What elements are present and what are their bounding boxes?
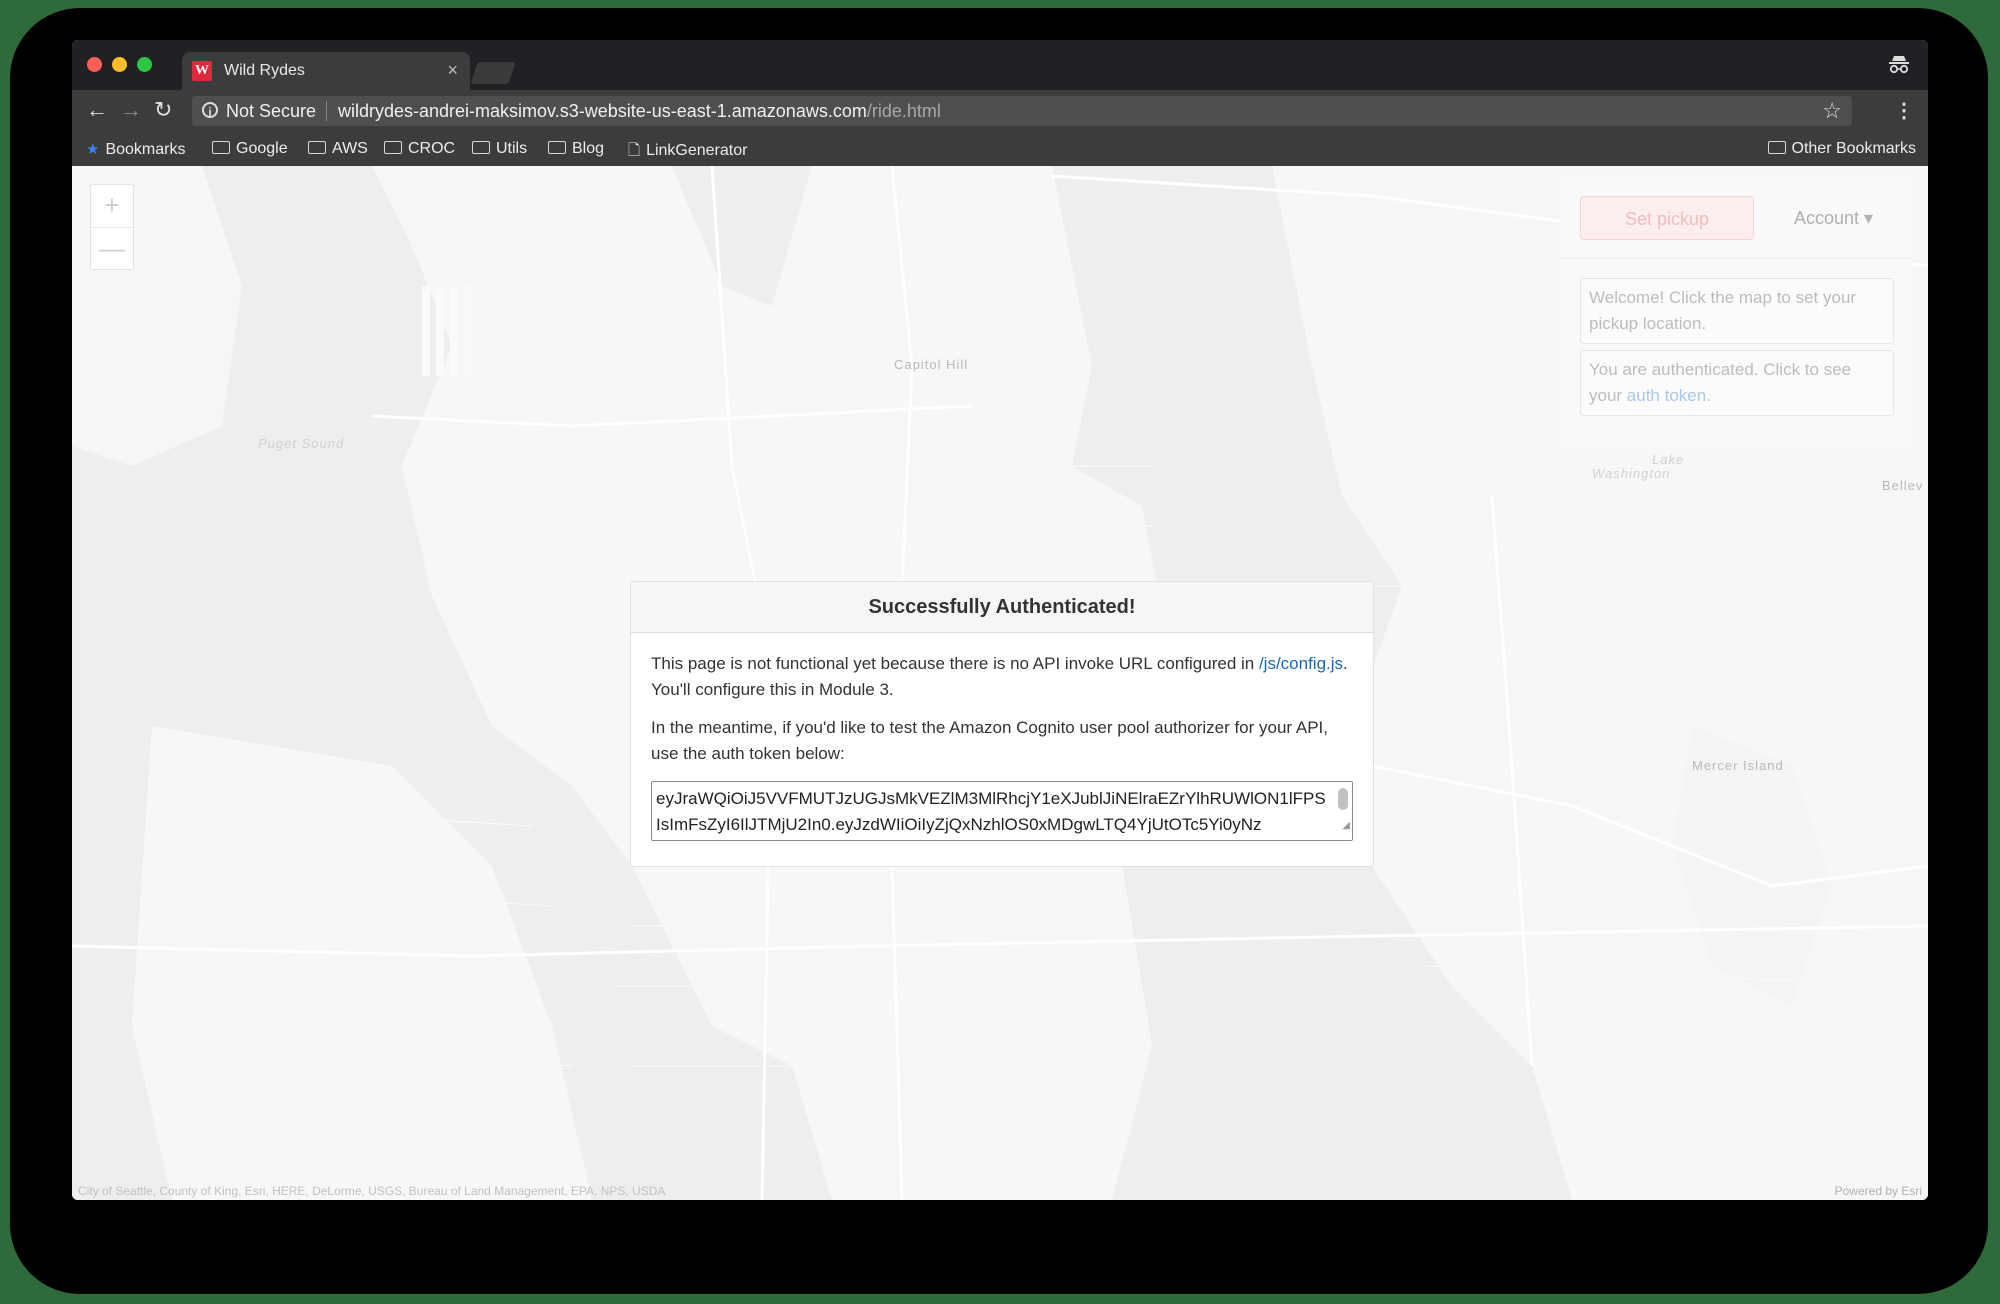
modal-paragraph-config: This page is not functional yet because … [651,651,1353,703]
auth-success-modal: Successfully Authenticated! This page is… [630,581,1374,867]
auth-token-value: eyJraWQiOiJ5VVFMUTJzUGJsMkVEZlM3MlRhcjY1… [656,789,1326,834]
bookmark-aws[interactable]: AWS [308,140,368,158]
folder-icon [384,141,402,154]
bookmark-star-icon[interactable]: ☆ [1822,98,1842,124]
map-label-washington: Washington [1592,466,1671,481]
address-toolbar: ← → ↻ i Not Secure wildrydes-andrei-maks… [72,90,1928,132]
map-attribution: City of Seattle, County of King, Esri, H… [78,1184,666,1198]
bookmark-label: Utils [496,140,528,157]
ride-control-panel: Set pickup Account ▾ Welcome! Click the … [1560,178,1912,446]
modal-title: Successfully Authenticated! [631,582,1373,633]
bookmark-blog[interactable]: Blog [548,140,604,158]
bookmark-label: Bookmarks [105,141,186,158]
wild-rydes-favicon-icon: W [192,61,212,81]
incognito-icon [1888,54,1910,79]
bookmark-label: Blog [572,140,605,157]
reload-icon[interactable]: ↻ [154,97,172,123]
close-window-button[interactable] [87,57,102,72]
browser-menu-icon[interactable]: ⋮ [1894,98,1914,123]
star-icon: ★ [86,141,100,158]
bookmark-other-bookmarks[interactable]: Other Bookmarks [1767,140,1916,158]
bookmark-label: Google [236,140,288,157]
bookmark-utils[interactable]: Utils [472,140,527,158]
modal-paragraph-token: In the meantime, if you'd like to test t… [651,718,1328,763]
config-js-link[interactable]: /js/config.js [1259,654,1343,673]
panel-divider [1560,258,1912,259]
info-icon[interactable]: i [202,102,218,119]
auth-token-link[interactable]: auth token [1627,386,1706,405]
new-tab-button[interactable] [470,62,516,84]
address-separator [326,101,327,121]
bookmark-label: LinkGenerator [646,142,748,159]
folder-icon [472,141,490,154]
url-text[interactable]: wildrydes-andrei-maksimov.s3-website-us-… [338,101,941,122]
auth-message-suffix: . [1706,386,1711,405]
zoom-window-button[interactable] [137,57,152,72]
auth-message: You are authenticated. Click to see your… [1580,350,1894,416]
map-label-mercer-island: Mercer Island [1692,758,1784,773]
forward-arrow-icon[interactable]: → [120,97,142,123]
bookmarks-bar: ★ Bookmarks Google AWS CROC Utils Blog 🗋 L… [72,132,1928,166]
map-label-puget-sound: Puget Sound [258,436,345,451]
bookmark-linkgenerator[interactable]: 🗋 LinkGenerator [628,140,747,165]
url-host: wildrydes-andrei-maksimov.s3-website-us-… [338,101,867,121]
powered-by-esri[interactable]: Powered by Esri [1835,1184,1922,1198]
welcome-message: Welcome! Click the map to set your picku… [1580,278,1894,344]
folder-icon [308,141,326,154]
folder-icon [1767,141,1786,154]
zoom-in-button[interactable]: + [91,185,133,228]
folder-icon [548,141,566,154]
back-arrow-icon[interactable]: ← [86,97,108,123]
modal-p1-text: This page is not functional yet because … [651,654,1259,673]
url-path: /ride.html [866,101,941,121]
modal-body: This page is not functional yet because … [631,633,1373,841]
minimize-window-button[interactable] [112,57,127,72]
bookmark-bookmarks[interactable]: ★ Bookmarks [86,140,185,159]
set-pickup-button[interactable]: Set pickup [1580,196,1754,240]
bookmark-google[interactable]: Google [212,140,288,158]
address-bar[interactable]: i Not Secure wildrydes-andrei-maksimov.s… [192,96,1852,126]
tab-strip: W Wild Rydes × [72,40,1928,90]
zoom-out-button[interactable]: — [91,228,133,270]
map-label-bellevue: Bellev [1882,478,1924,493]
account-dropdown[interactable]: Account ▾ [1794,208,1873,229]
token-scrollbar[interactable] [1338,788,1348,810]
page-icon: 🗋 [628,142,641,159]
map-label-capitol-hill: Capitol Hill [894,357,969,372]
tab-title: Wild Rydes [224,62,305,79]
not-secure-label[interactable]: Not Secure [226,101,316,122]
bookmark-croc[interactable]: CROC [384,140,455,158]
bookmark-label: Other Bookmarks [1791,140,1916,157]
map-zoom-control: + — [90,184,134,270]
tab-wild-rydes[interactable]: W Wild Rydes × [182,52,470,90]
map-canvas[interactable]: Capitol Hill Puget Sound Lake Washington… [72,166,1928,1200]
auth-token-textarea[interactable]: eyJraWQiOiJ5VVFMUTJzUGJsMkVEZlM3MlRhcjY1… [651,781,1353,841]
resize-grip-icon[interactable]: ◢ [1342,813,1350,839]
bookmark-label: AWS [332,140,368,157]
tab-close-icon[interactable]: × [447,60,458,81]
bookmark-label: CROC [408,140,456,157]
browser-window: W Wild Rydes × ← → ↻ i Not Secure wildry… [72,40,1928,1200]
folder-icon [212,141,230,154]
map-label-lake: Lake [1652,452,1685,467]
